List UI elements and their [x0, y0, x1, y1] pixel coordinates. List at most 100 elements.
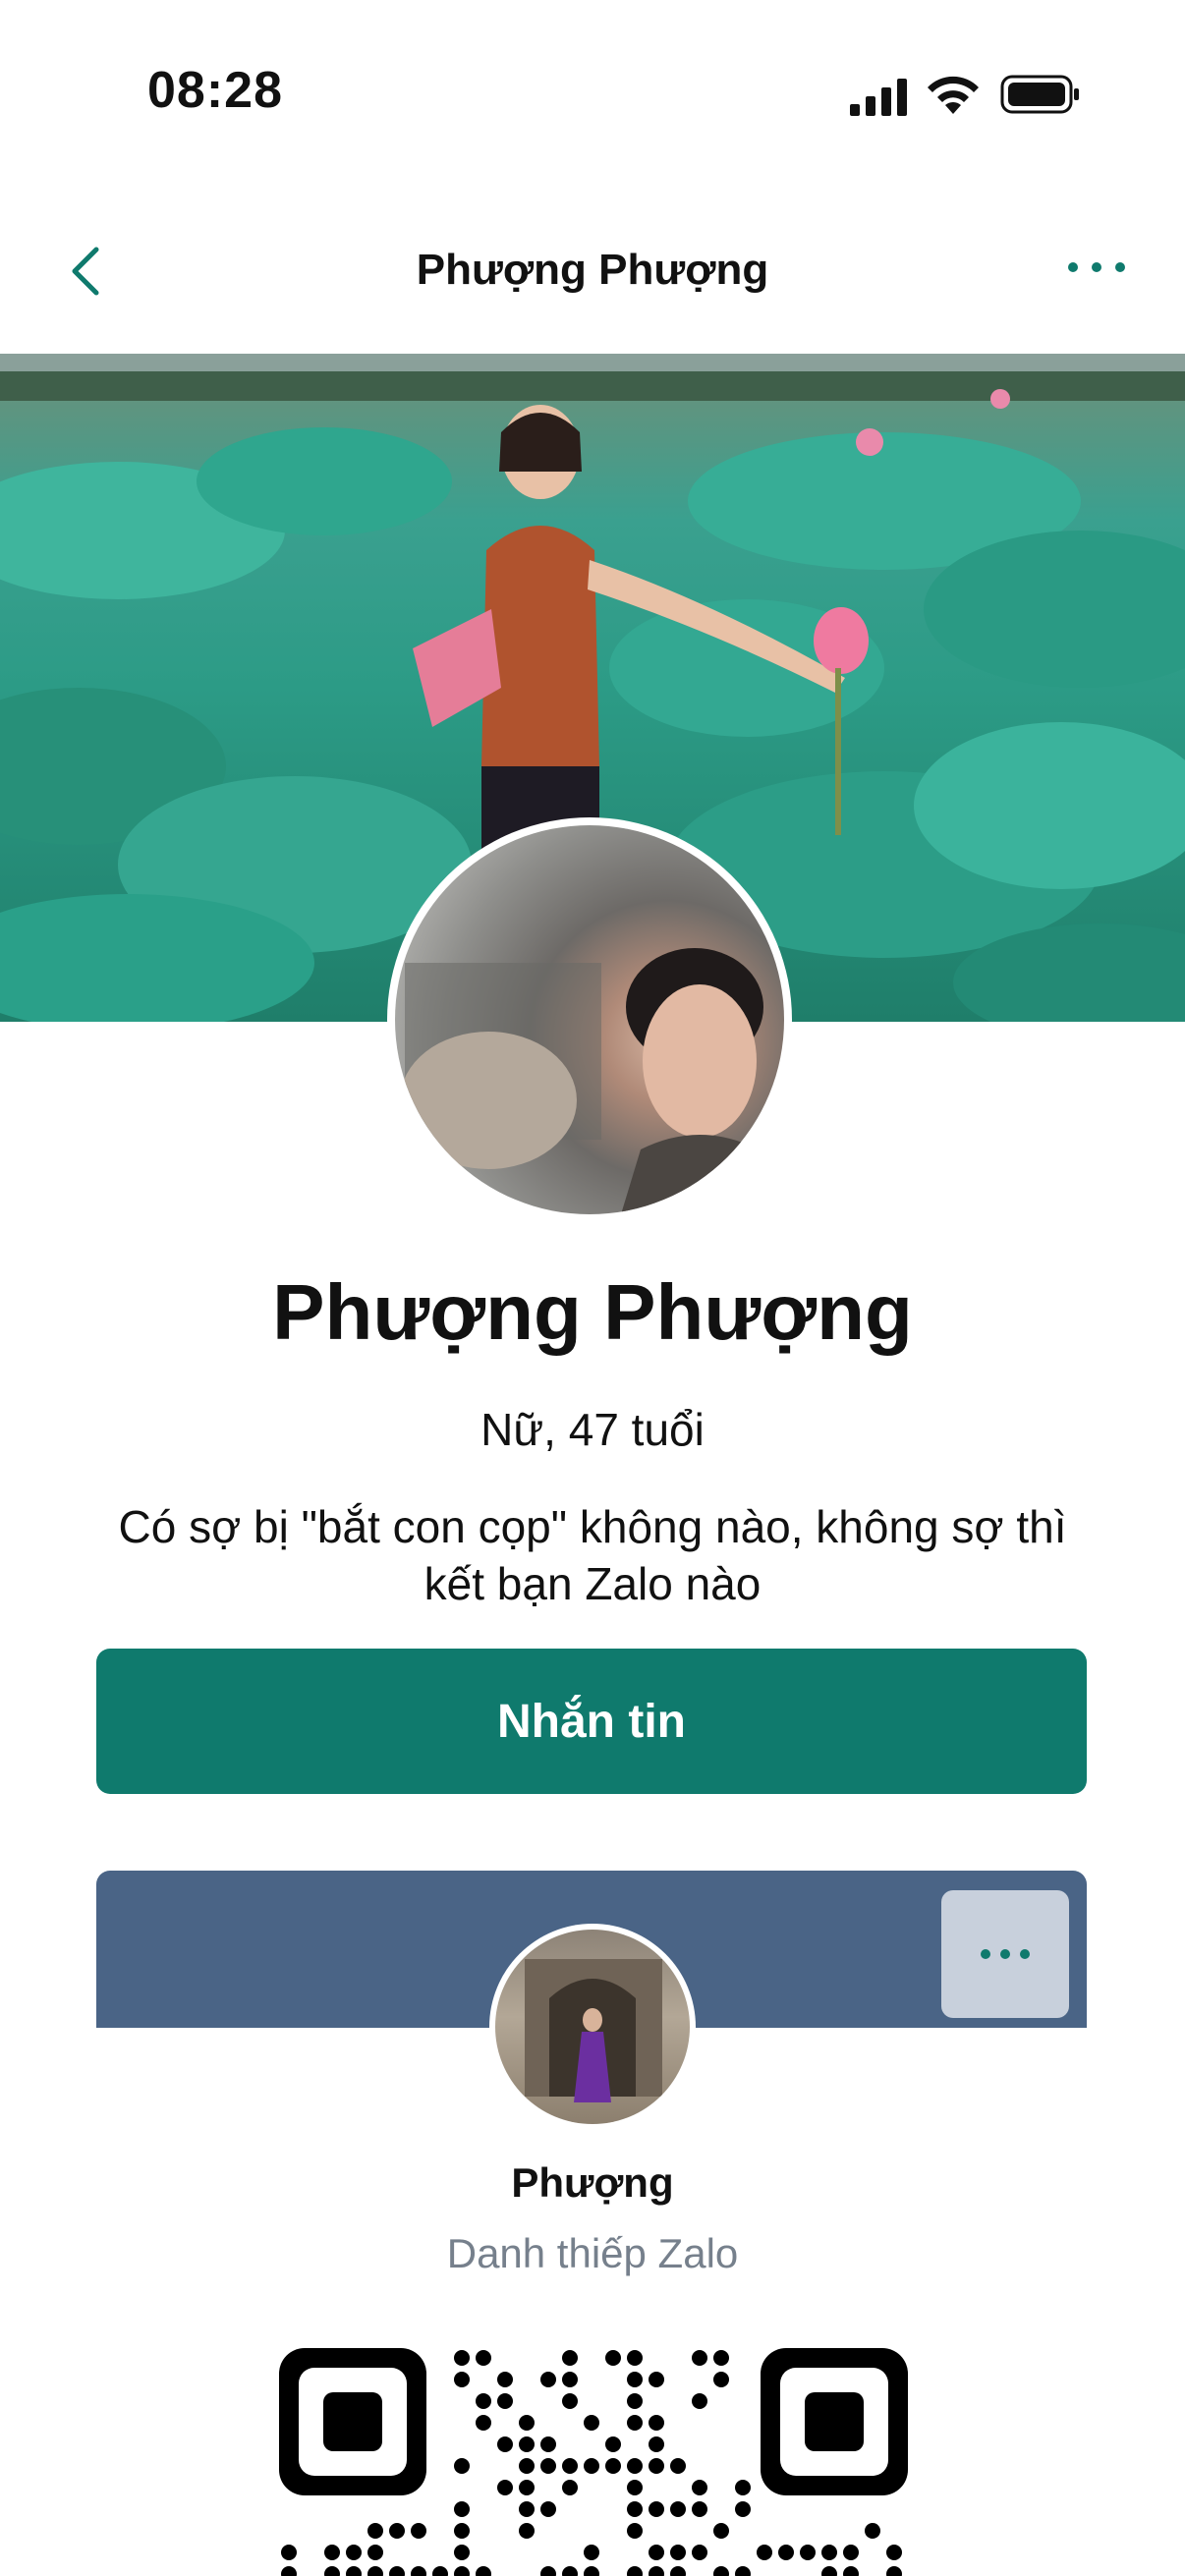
- qr-module: [346, 2545, 362, 2560]
- more-icon[interactable]: [1057, 248, 1136, 287]
- qr-module: [497, 2372, 513, 2387]
- qr-module: [627, 2566, 643, 2576]
- qr-module: [584, 2415, 599, 2431]
- wifi-icon: [928, 76, 979, 114]
- qr-module: [713, 2566, 729, 2576]
- status-bar: 08:28: [0, 0, 1185, 187]
- qr-module: [627, 2350, 643, 2366]
- profile-avatar[interactable]: [387, 817, 792, 1222]
- qr-module: [649, 2501, 664, 2517]
- qr-module: [562, 2372, 578, 2387]
- qr-module: [692, 2350, 707, 2366]
- qr-module: [605, 2436, 621, 2452]
- qr-module: [454, 2458, 470, 2474]
- qr-module: [562, 2566, 578, 2576]
- qr-module: [519, 2480, 535, 2495]
- qr-module: [519, 2436, 535, 2452]
- qr-module: [627, 2372, 643, 2387]
- qr-module: [886, 2566, 902, 2576]
- qr-module: [670, 2566, 686, 2576]
- qr-module: [497, 2393, 513, 2409]
- qr-module: [735, 2480, 751, 2495]
- qr-module: [649, 2545, 664, 2560]
- qr-module: [281, 2545, 297, 2560]
- qr-module: [584, 2458, 599, 2474]
- qr-module: [540, 2372, 556, 2387]
- qr-module: [519, 2501, 535, 2517]
- qr-module: [281, 2566, 297, 2576]
- battery-icon: [1000, 75, 1079, 114]
- qr-module: [692, 2545, 707, 2560]
- qr-module: [843, 2545, 859, 2560]
- qr-module: [713, 2350, 729, 2366]
- qr-module: [627, 2415, 643, 2431]
- qr-module: [692, 2480, 707, 2495]
- qr-code[interactable]: [279, 2348, 908, 2576]
- qr-module: [562, 2458, 578, 2474]
- qr-module: [540, 2566, 556, 2576]
- profile-gender-age: Nữ, 47 tuổi: [480, 1404, 705, 1455]
- qr-module: [605, 2350, 621, 2366]
- qr-module: [454, 2545, 470, 2560]
- qr-module: [649, 2372, 664, 2387]
- qr-module: [627, 2501, 643, 2517]
- qr-module: [432, 2566, 448, 2576]
- qr-module: [649, 2566, 664, 2576]
- qr-module: [627, 2393, 643, 2409]
- qr-module: [454, 2523, 470, 2539]
- qr-module: [346, 2566, 362, 2576]
- qr-module: [454, 2350, 470, 2366]
- qr-module: [411, 2523, 426, 2539]
- qr-module: [649, 2436, 664, 2452]
- qr-module: [692, 2501, 707, 2517]
- qr-module: [800, 2545, 816, 2560]
- qr-module: [497, 2480, 513, 2495]
- qr-module: [735, 2501, 751, 2517]
- qr-module: [757, 2545, 772, 2560]
- qr-module: [476, 2393, 491, 2409]
- qr-module: [389, 2566, 405, 2576]
- qr-module: [519, 2415, 535, 2431]
- profile-bio: Có sợ bị "bắt con cọp" không nào, không …: [118, 1501, 1067, 1609]
- qr-module: [670, 2545, 686, 2560]
- page-title: Phượng Phượng: [416, 246, 769, 294]
- qr-module: [540, 2436, 556, 2452]
- qr-module: [627, 2458, 643, 2474]
- card-name: Phượng: [511, 2159, 674, 2206]
- qr-module: [411, 2566, 426, 2576]
- qr-module: [540, 2458, 556, 2474]
- qr-module: [367, 2566, 383, 2576]
- qr-module: [389, 2523, 405, 2539]
- qr-module: [324, 2545, 340, 2560]
- qr-module: [670, 2501, 686, 2517]
- qr-module: [324, 2566, 340, 2576]
- qr-module: [692, 2393, 707, 2409]
- qr-module: [454, 2566, 470, 2576]
- qr-module: [886, 2545, 902, 2560]
- qr-module: [843, 2566, 859, 2576]
- qr-module: [670, 2458, 686, 2474]
- qr-module: [627, 2523, 643, 2539]
- navigation-bar: Phượng Phượng: [0, 187, 1185, 354]
- qr-module: [713, 2372, 729, 2387]
- qr-module: [519, 2523, 535, 2539]
- profile-name: Phượng Phượng: [272, 1268, 913, 1356]
- qr-module: [821, 2545, 837, 2560]
- qr-module: [476, 2415, 491, 2431]
- card-avatar[interactable]: [489, 1924, 696, 2130]
- qr-module: [649, 2415, 664, 2431]
- card-more-button[interactable]: [941, 1890, 1069, 2018]
- message-button[interactable]: Nhắn tin: [96, 1649, 1087, 1794]
- qr-module: [497, 2436, 513, 2452]
- qr-module: [454, 2501, 470, 2517]
- qr-module: [649, 2458, 664, 2474]
- qr-module: [540, 2501, 556, 2517]
- qr-module: [778, 2545, 794, 2560]
- qr-module: [476, 2350, 491, 2366]
- qr-module: [367, 2523, 383, 2539]
- qr-module: [865, 2523, 880, 2539]
- qr-module: [562, 2350, 578, 2366]
- qr-module: [584, 2566, 599, 2576]
- qr-module: [713, 2523, 729, 2539]
- qr-module: [735, 2566, 751, 2576]
